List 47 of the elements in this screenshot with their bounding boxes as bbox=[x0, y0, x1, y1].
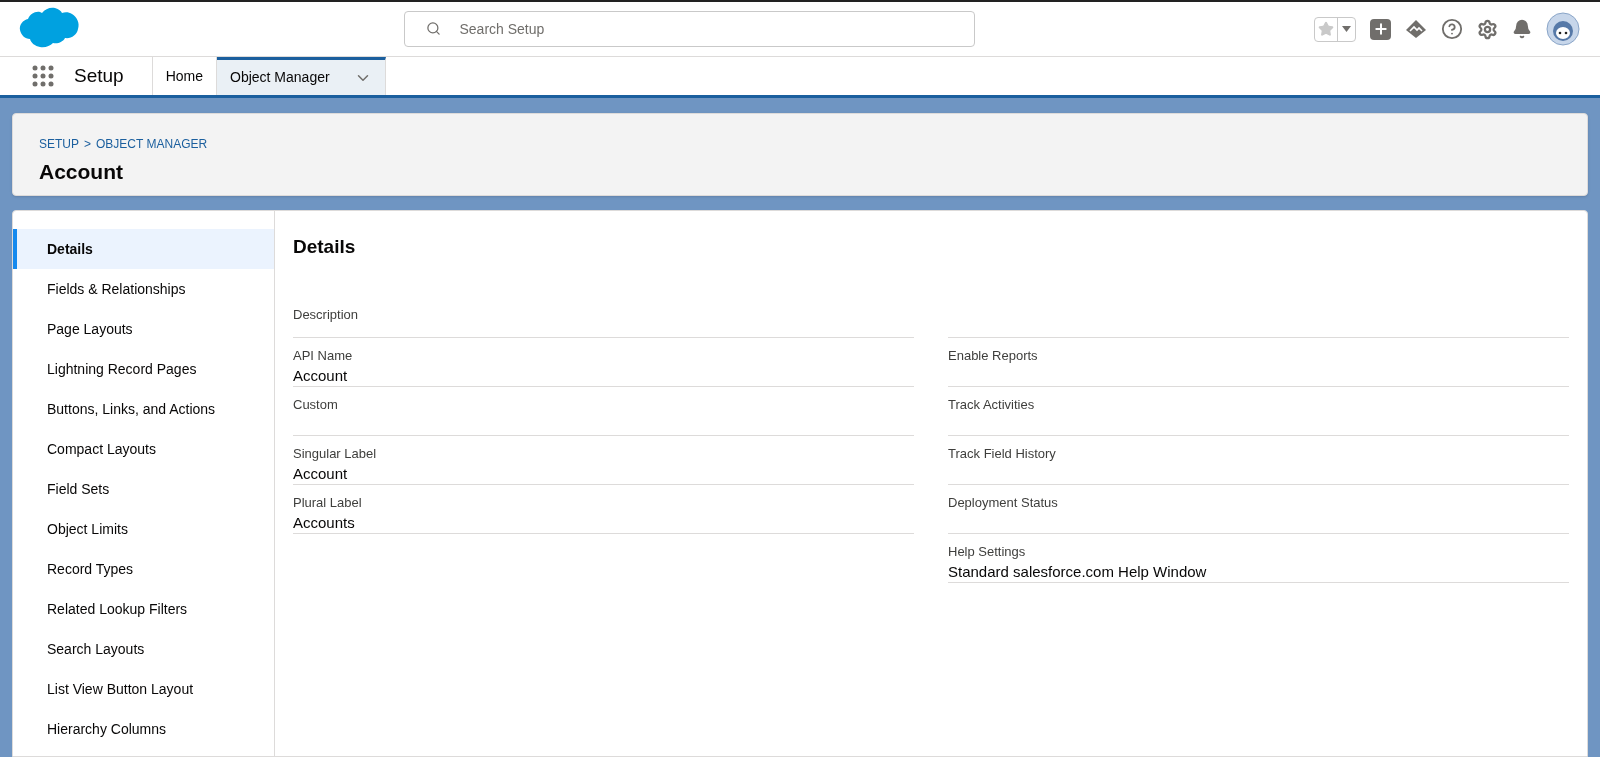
help-icon[interactable] bbox=[1441, 18, 1463, 40]
sidebar-item[interactable]: Fields & Relationships bbox=[13, 269, 274, 309]
field-label: Enable Reports bbox=[948, 347, 1039, 364]
sidebar-item[interactable]: Related Lookup Filters bbox=[13, 589, 274, 629]
sidebar-item[interactable]: Search Layouts bbox=[13, 629, 274, 669]
field-value: Accounts bbox=[293, 512, 356, 533]
field-label: Plural Label bbox=[293, 494, 363, 511]
field-label: Custom bbox=[293, 396, 339, 413]
add-button[interactable] bbox=[1370, 18, 1391, 40]
sidebar-item[interactable]: Details bbox=[13, 229, 274, 269]
field-value: Account bbox=[293, 463, 349, 484]
search-icon bbox=[425, 21, 441, 36]
field-label: Help Settings bbox=[948, 543, 1027, 560]
field-label: Track Field History bbox=[948, 445, 1057, 462]
field-label: Track Activities bbox=[948, 396, 1036, 413]
trailhead-icon[interactable] bbox=[1405, 19, 1427, 39]
favorites-button[interactable] bbox=[1314, 16, 1356, 42]
field-label: Description bbox=[293, 306, 360, 323]
sidebar-item[interactable]: Page Layouts bbox=[13, 309, 274, 349]
plus-icon bbox=[1372, 21, 1389, 37]
sidebar-item[interactable]: Lightning Record Pages bbox=[13, 349, 274, 389]
section-title: Details bbox=[293, 235, 357, 259]
sidebar-item[interactable]: Hierarchy Columns bbox=[13, 709, 274, 749]
star-icon bbox=[1318, 21, 1334, 37]
field-value: Account bbox=[293, 365, 349, 386]
sidebar-item[interactable]: Compact Layouts bbox=[13, 429, 274, 469]
search-field[interactable]: Search Setup bbox=[403, 11, 975, 47]
sidebar-item[interactable]: Record Types bbox=[13, 549, 274, 589]
breadcrumb[interactable]: OBJECT MANAGER bbox=[96, 135, 208, 153]
caret-icon bbox=[1342, 26, 1351, 32]
page-title: Account bbox=[39, 159, 124, 185]
sidebar-item[interactable]: Field Sets bbox=[13, 469, 274, 509]
sidebar-item[interactable]: Object Limits bbox=[13, 509, 274, 549]
app-name: Setup bbox=[74, 63, 124, 88]
field-value: Standard salesforce.com Help Window bbox=[948, 561, 1208, 582]
avatar-icon[interactable] bbox=[1546, 12, 1580, 46]
breadcrumb[interactable]: SETUP bbox=[39, 135, 79, 153]
breadcrumb[interactable]: > bbox=[84, 135, 92, 153]
settings-icon[interactable] bbox=[1477, 18, 1498, 40]
sidebar-item[interactable]: List View Button Layout bbox=[13, 669, 274, 709]
notifications-icon[interactable] bbox=[1512, 19, 1532, 39]
app-launcher-icon[interactable] bbox=[32, 65, 54, 87]
field-label: Singular Label bbox=[293, 445, 378, 462]
field-label: API Name bbox=[293, 347, 354, 364]
field-label: Deployment Status bbox=[948, 494, 1059, 511]
nav-tab[interactable]: Object Manager bbox=[217, 57, 386, 95]
sidebar-item[interactable]: Buttons, Links, and Actions bbox=[13, 389, 274, 429]
